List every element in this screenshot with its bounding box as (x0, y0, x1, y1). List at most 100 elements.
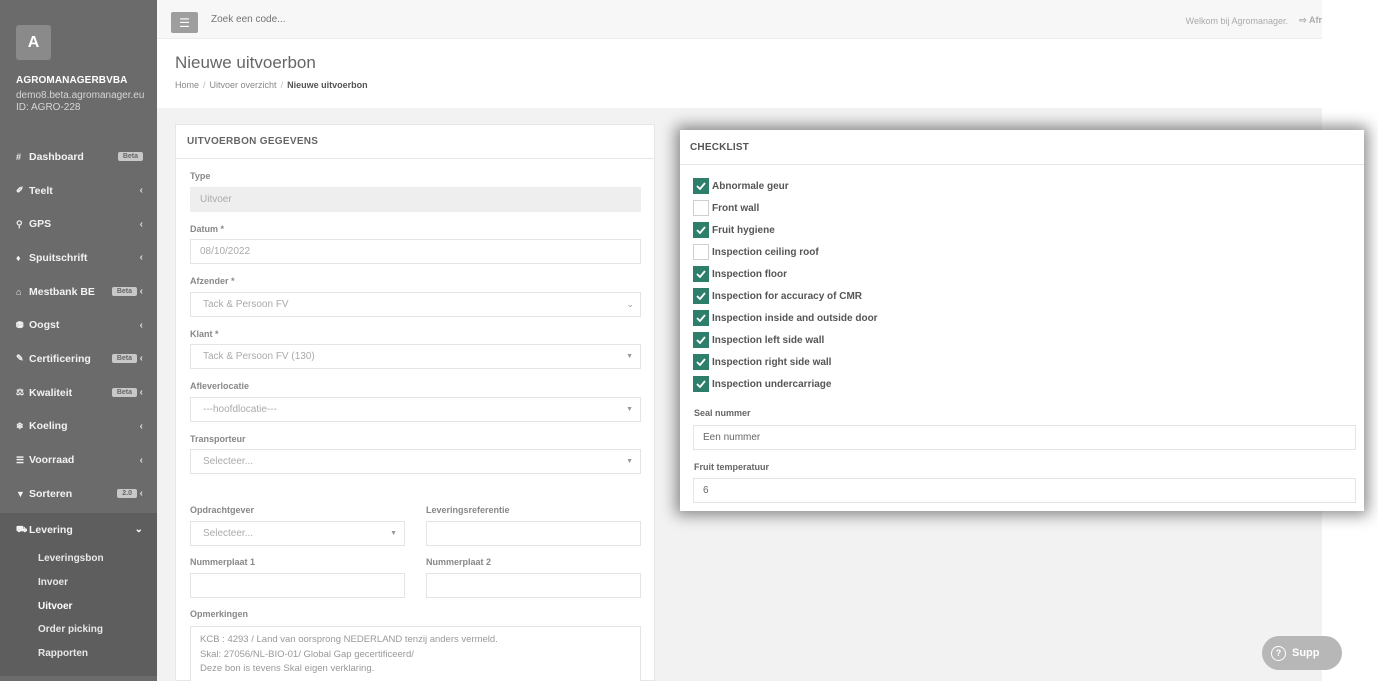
datum-field[interactable]: 08/10/2022 (190, 239, 641, 264)
checklist-item-label: Front wall (712, 202, 760, 214)
sidebar-item-voorraad[interactable]: ☰ Voorraad ‹ (0, 443, 157, 477)
chevron-left-icon: ‹ (139, 488, 143, 500)
checklist-item-label: Inspection ceiling roof (712, 246, 819, 258)
breadcrumb-uitvoer-overzicht[interactable]: Uitvoer overzicht (210, 80, 277, 90)
checklist-item[interactable]: Inspection floor (693, 263, 878, 285)
afleverlocatie-select[interactable]: ---hoofdlocatie--- ▼ (190, 397, 641, 422)
afleverlocatie-value: ---hoofdlocatie--- (203, 404, 277, 415)
checkbox[interactable] (693, 332, 709, 348)
check-icon (696, 314, 706, 322)
sidebar-item-label: Sorteren (29, 487, 73, 500)
sidebar-item-kwaliteit[interactable]: ⚖ Kwaliteit Beta ‹ (0, 376, 157, 410)
breadcrumb-separator: / (280, 80, 284, 90)
nummerplaat1-input[interactable] (190, 573, 405, 598)
uitvoerbon-form-panel: UITVOERBON GEGEVENS Type Uitvoer Datum *… (175, 124, 655, 681)
chevron-left-icon: ‹ (139, 319, 143, 331)
leveringsreferentie-label: Leveringsreferentie (426, 505, 510, 515)
breadcrumb: Home / Uitvoer overzicht / Nieuwe uitvoerbon (175, 80, 368, 90)
certificate-icon: ✎ (16, 353, 24, 364)
caret-down-icon: ▼ (626, 353, 633, 360)
temperature-input[interactable]: 6 (693, 478, 1356, 503)
klant-value: Tack & Persoon FV (130) (203, 351, 315, 362)
sidebar-item-mestbank[interactable]: ⌂ Mestbank BE Beta ‹ (0, 275, 157, 309)
transporteur-select[interactable]: Selecteer... ▼ (190, 449, 641, 474)
opmerkingen-textarea[interactable]: KCB : 4293 / Land van oorsprong NEDERLAN… (190, 626, 641, 681)
nummerplaat2-input[interactable] (426, 573, 641, 598)
beta-badge: Beta (117, 152, 143, 162)
temperature-label: Fruit temperatuur (694, 462, 770, 472)
checklist-item-label: Inspection floor (712, 268, 787, 280)
opdrachtgever-select[interactable]: Selecteer... ▼ (190, 521, 405, 546)
beta-badge: Beta (111, 287, 137, 297)
check-icon (696, 358, 706, 366)
sidebar-item-koeling[interactable]: ❄ Koeling ‹ (0, 410, 157, 444)
checkbox[interactable] (693, 222, 709, 238)
check-icon (696, 226, 706, 234)
page-title: Nieuwe uitvoerbon (175, 53, 316, 72)
chevron-left-icon: ‹ (139, 420, 143, 432)
checkbox[interactable] (693, 354, 709, 370)
menu-toggle-button[interactable]: ☰ (171, 12, 198, 33)
checklist-item-label: Inspection right side wall (712, 356, 832, 368)
map-marker-icon: ⚲ (16, 218, 23, 229)
org-domain: demo8.beta.agromanager.eu (16, 90, 145, 101)
datum-value: 08/10/2022 (200, 246, 251, 257)
checkbox[interactable] (693, 178, 709, 194)
submenu-item-rapporten[interactable]: Rapporten (0, 642, 157, 666)
opdrachtgever-label: Opdrachtgever (190, 505, 255, 515)
checkbox[interactable] (693, 200, 709, 216)
checkbox[interactable] (693, 288, 709, 304)
chevron-left-icon: ‹ (139, 286, 143, 298)
breadcrumb-home[interactable]: Home (175, 80, 199, 90)
checklist-item[interactable]: Abnormale geur (693, 175, 878, 197)
sidebar-item-label: Dashboard (29, 150, 84, 163)
chevron-left-icon: ‹ (139, 218, 143, 230)
sidebar-item-oogst[interactable]: ⛃ Oogst ‹ (0, 308, 157, 342)
sidebar-item-teelt[interactable]: ✐ Teelt ‹ (0, 174, 157, 208)
leveringsreferentie-input[interactable] (426, 521, 641, 546)
nummerplaat2-label: Nummerplaat 2 (426, 557, 492, 567)
afzender-select[interactable]: Tack & Persoon FV ⌄ (190, 292, 641, 317)
klant-select[interactable]: Tack & Persoon FV (130) ▼ (190, 344, 641, 369)
sidebar-item-levering[interactable]: ⛟ Levering ⌄ (0, 512, 157, 547)
sidebar-item-certificering[interactable]: ✎ Certificering Beta ‹ (0, 342, 157, 376)
question-icon: ? (1271, 645, 1286, 661)
sidebar-item-spuitschrift[interactable]: ♦ Spuitschrift ‹ (0, 241, 157, 275)
checkbox[interactable] (693, 310, 709, 326)
sidebar-item-label: Spuitschrift (29, 251, 88, 264)
seal-input[interactable]: Een nummer (693, 425, 1356, 450)
sidebar-item-sorteren[interactable]: ▼ Sorteren 2.0 ‹ (0, 477, 157, 511)
support-button[interactable]: ? Supp (1262, 636, 1342, 670)
checklist-item[interactable]: Inspection ceiling roof (693, 241, 878, 263)
sidebar-item-dashboard[interactable]: # Dashboard Beta (0, 140, 157, 174)
checklist-item[interactable]: Front wall (693, 197, 878, 219)
checklist-item[interactable]: Fruit hygiene (693, 219, 878, 241)
caret-down-icon: ▼ (390, 530, 397, 537)
temperature-value: 6 (703, 485, 709, 496)
checkbox[interactable] (693, 376, 709, 392)
support-label: Supp (1292, 647, 1320, 659)
caret-down-icon: ▼ (626, 406, 633, 413)
opdrachtgever-value: Selecteer... (203, 528, 254, 539)
drop-icon: ♦ (16, 252, 21, 263)
submenu-item-uitvoer[interactable]: Uitvoer (0, 594, 157, 618)
checklist-item[interactable]: Inspection undercarriage (693, 373, 878, 395)
checkbox[interactable] (693, 266, 709, 282)
checklist-items: Abnormale geur Front wall Fruit hygiene … (693, 175, 878, 395)
checklist-item[interactable]: Inspection for accuracy of CMR (693, 285, 878, 307)
submenu-item-invoer[interactable]: Invoer (0, 570, 157, 594)
sidebar-item-gps[interactable]: ⚲ GPS ‹ (0, 207, 157, 241)
check-icon (696, 182, 706, 190)
submenu-item-order-picking[interactable]: Order picking (0, 618, 157, 642)
search-input[interactable] (211, 14, 411, 25)
checklist-item[interactable]: Inspection inside and outside door (693, 307, 878, 329)
checkbox[interactable] (693, 244, 709, 260)
checklist-item[interactable]: Inspection left side wall (693, 329, 878, 351)
levering-submenu: Leveringsbon Invoer Uitvoer Order pickin… (0, 546, 157, 676)
sidebar-item-label: Mestbank BE (29, 285, 95, 298)
sidebar-item-label: Voorraad (29, 454, 75, 467)
checklist-item[interactable]: Inspection right side wall (693, 351, 878, 373)
chevron-left-icon: ‹ (139, 252, 143, 264)
submenu-item-leveringsbon[interactable]: Leveringsbon (0, 547, 157, 571)
logout-link[interactable]: ⇨ Afr (1299, 15, 1322, 26)
